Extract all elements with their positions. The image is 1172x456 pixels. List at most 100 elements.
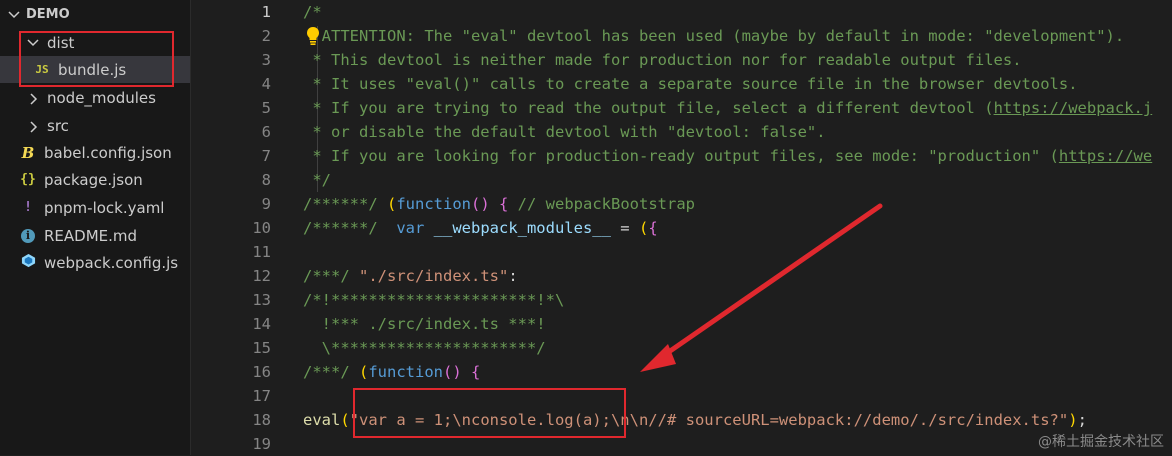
code-token: /***/ bbox=[303, 363, 359, 381]
explorer-root-demo[interactable]: DEMO bbox=[0, 1, 190, 28]
code-token: * If you are trying to read the output f… bbox=[303, 99, 994, 117]
line-number: 14 bbox=[252, 315, 271, 333]
code-token: eval bbox=[303, 411, 341, 429]
code-line: /***/ (function() { bbox=[303, 360, 480, 384]
code-line: ATTENTION: The "eval" devtool has been u… bbox=[303, 24, 1125, 48]
code-token: * It uses "eval()" calls to create a sep… bbox=[303, 75, 1078, 93]
explorer-sidebar: DEMO dist JS bundle.js node_modules src … bbox=[0, 0, 191, 455]
code-line: * It uses "eval()" calls to create a sep… bbox=[303, 72, 1078, 96]
code-token: // webpackBootstrap bbox=[508, 195, 695, 213]
line-number: 17 bbox=[252, 387, 271, 405]
line-number-gutter: 1 2 3 4 5 6 7 8 9 10 11 12 13 14 15 16 17 18 19 bbox=[191, 0, 283, 455]
line-number: 16 bbox=[252, 363, 271, 381]
code-line: !*** ./src/index.ts ***! bbox=[303, 312, 546, 336]
tree-item-label: package.json bbox=[44, 170, 143, 189]
lightbulb-icon[interactable] bbox=[305, 26, 321, 46]
line-number: 15 bbox=[252, 339, 271, 357]
code-token: ; bbox=[1077, 411, 1087, 429]
babel-file-icon: B bbox=[21, 143, 35, 162]
code-token: https://webpack.j bbox=[993, 99, 1153, 117]
code-token: = bbox=[610, 219, 639, 237]
tree-item-package-json[interactable]: {} package.json bbox=[0, 166, 190, 193]
code-line: * This devtool is neither made for produ… bbox=[303, 48, 1022, 72]
line-number: 19 bbox=[252, 435, 271, 453]
code-token: ( bbox=[387, 195, 397, 213]
code-editor[interactable]: /* ATTENTION: The "eval" devtool has bee… bbox=[303, 0, 1172, 455]
code-token: { bbox=[471, 363, 481, 381]
code-line: * If you are looking for production-read… bbox=[303, 144, 1152, 168]
highlight-box-eval-code bbox=[353, 388, 626, 438]
code-token: function bbox=[396, 195, 471, 213]
tree-item-label: webpack.config.js bbox=[44, 253, 179, 272]
tree-item-label: README.md bbox=[44, 226, 138, 245]
code-token: ( bbox=[359, 363, 369, 381]
tree-item-label: node_modules bbox=[47, 88, 156, 107]
code-token: ( bbox=[340, 411, 350, 429]
tree-item-webpack-config[interactable]: webpack.config.js bbox=[0, 249, 190, 276]
json-file-icon: {} bbox=[20, 172, 36, 187]
tree-item-label: pnpm-lock.yaml bbox=[44, 198, 165, 217]
code-token: ( bbox=[638, 219, 649, 237]
code-line: /* bbox=[303, 0, 322, 24]
code-token: * or disable the default devtool with "d… bbox=[303, 123, 826, 141]
line-number: 5 bbox=[261, 99, 271, 117]
line-number: 13 bbox=[252, 291, 271, 309]
watermark: @稀土掘金技术社区 bbox=[1038, 434, 1164, 450]
code-token: { bbox=[499, 195, 509, 213]
code-token: /* bbox=[303, 3, 322, 21]
code-token: /***/ bbox=[303, 267, 359, 285]
code-token: function bbox=[368, 363, 443, 381]
info-file-icon: i bbox=[18, 228, 38, 243]
tree-item-label: src bbox=[47, 116, 69, 135]
line-number: 7 bbox=[261, 147, 271, 165]
code-token: () bbox=[471, 195, 499, 213]
code-token: var bbox=[396, 219, 425, 237]
code-line: \**********************/ bbox=[303, 336, 546, 360]
code-token: https://we bbox=[1058, 147, 1153, 165]
line-number: 11 bbox=[252, 243, 271, 261]
yaml-file-icon: ! bbox=[24, 200, 32, 215]
code-token: ) bbox=[1068, 411, 1078, 429]
line-number: 9 bbox=[261, 195, 271, 213]
code-token: */ bbox=[303, 171, 331, 189]
webpack-file-icon bbox=[18, 253, 38, 272]
code-token: { bbox=[648, 219, 658, 237]
chevron-down-icon bbox=[8, 10, 20, 20]
line-number: 1 bbox=[261, 3, 271, 21]
tree-item-babel-config[interactable]: B babel.config.json bbox=[0, 139, 190, 166]
code-line: /*!**********************!*\ bbox=[303, 288, 564, 312]
line-number: 8 bbox=[261, 171, 271, 189]
code-line: */ bbox=[303, 168, 331, 192]
code-token: __webpack_modules__ bbox=[424, 219, 611, 237]
line-number: 6 bbox=[261, 123, 271, 141]
code-line: * or disable the default devtool with "d… bbox=[303, 120, 826, 144]
code-line: /******/ var __webpack_modules__ = ({ bbox=[303, 216, 658, 240]
code-token: /******/ bbox=[303, 219, 397, 237]
code-token: : bbox=[508, 267, 518, 285]
line-number: 4 bbox=[261, 75, 271, 93]
line-number: 3 bbox=[261, 51, 271, 69]
line-number: 2 bbox=[261, 27, 271, 45]
chevron-right-icon bbox=[29, 120, 39, 133]
code-token: \**********************/ bbox=[303, 339, 546, 357]
code-line: /******/ (function() { // webpackBootstr… bbox=[303, 192, 695, 216]
chevron-right-icon bbox=[29, 92, 39, 105]
code-token: /*!**********************!*\ bbox=[303, 291, 565, 309]
code-token: ATTENTION: The "eval" devtool has been u… bbox=[303, 27, 1125, 45]
tree-item-node-modules[interactable]: node_modules bbox=[0, 84, 190, 111]
code-token: !*** ./src/index.ts ***! bbox=[303, 315, 546, 333]
line-number: 18 bbox=[252, 411, 271, 429]
tree-item-label: babel.config.json bbox=[44, 143, 172, 162]
highlight-box-bundle bbox=[19, 31, 174, 87]
code-token: * This devtool is neither made for produ… bbox=[303, 51, 1022, 69]
line-number: 12 bbox=[252, 267, 271, 285]
tree-item-pnpm-lock[interactable]: ! pnpm-lock.yaml bbox=[0, 194, 190, 221]
explorer-root-label: DEMO bbox=[26, 7, 70, 22]
code-token: "./src/index.ts" bbox=[359, 267, 509, 285]
code-token: () bbox=[443, 363, 471, 381]
code-token: * If you are looking for production-read… bbox=[303, 147, 1059, 165]
tree-item-src[interactable]: src bbox=[0, 112, 190, 139]
tree-item-readme[interactable]: i README.md bbox=[0, 222, 190, 249]
code-token: /******/ bbox=[303, 195, 387, 213]
code-line: /***/ "./src/index.ts": bbox=[303, 264, 518, 288]
